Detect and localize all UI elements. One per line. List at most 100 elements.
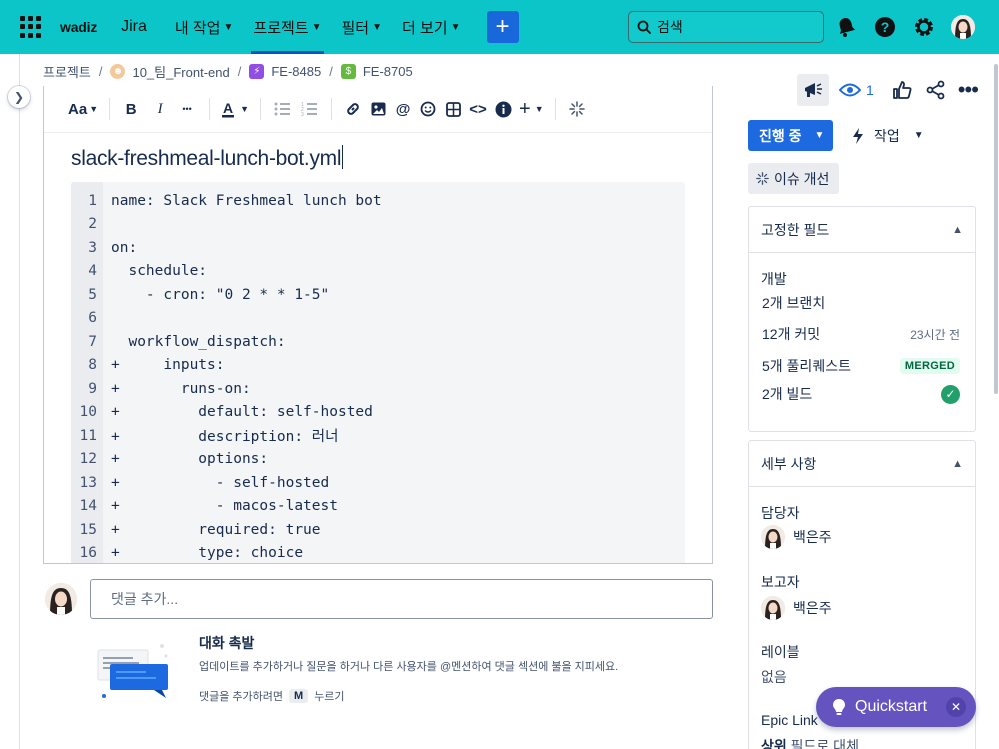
dev-branches[interactable]: 2개 브랜치 bbox=[762, 293, 960, 313]
nav-menu: 내 작업 ▼ 프로젝트 ▼ 필터 ▼ 더 보기 ▼ bbox=[169, 0, 475, 54]
feedback-button[interactable] bbox=[797, 74, 829, 106]
like-button[interactable] bbox=[892, 74, 912, 106]
breadcrumb-project[interactable]: ☻ 10_팀_Front-end bbox=[110, 62, 230, 81]
code-line: 10 + default: self-hosted bbox=[79, 403, 373, 420]
image-button[interactable] bbox=[367, 95, 389, 123]
code-line: 15 + required: true bbox=[79, 521, 321, 538]
quickstart-button[interactable]: Quickstart ✕ bbox=[816, 687, 976, 727]
chevron-down-icon: ▼ bbox=[372, 21, 383, 33]
left-sidebar-rail bbox=[0, 54, 20, 749]
settings-icon[interactable] bbox=[912, 13, 936, 41]
dev-builds[interactable]: 2개 빌드 ✓ bbox=[762, 384, 960, 404]
dev-pull-requests[interactable]: 5개 풀리퀘스트 MERGED bbox=[762, 356, 960, 376]
details-header[interactable]: 세부 사항 ▲ bbox=[749, 441, 975, 487]
status-dropdown[interactable]: 진행 중 ▼ bbox=[748, 120, 833, 151]
description-editor[interactable]: Aa ▼ B I ••• A ▼ 123 @ <> + ▼ slack-fres… bbox=[43, 86, 713, 564]
dev-commits[interactable]: 12개 커밋 23시간 전 bbox=[762, 324, 960, 344]
editor-toolbar: Aa ▼ B I ••• A ▼ 123 @ <> + ▼ bbox=[44, 86, 712, 133]
bold-button[interactable]: B bbox=[120, 95, 142, 123]
nav-filters[interactable]: 필터 ▼ bbox=[336, 0, 389, 54]
mention-button[interactable]: @ bbox=[392, 95, 414, 123]
commits-time: 23시간 전 bbox=[910, 327, 960, 342]
workflow-actions-dropdown[interactable]: 작업 ▼ bbox=[851, 120, 924, 151]
nav-my-work[interactable]: 내 작업 ▼ bbox=[169, 0, 239, 54]
sparkle-icon bbox=[756, 172, 769, 185]
search-box[interactable] bbox=[628, 11, 824, 43]
chevron-up-icon: ▲ bbox=[952, 223, 963, 236]
search-icon bbox=[637, 20, 651, 34]
code-block[interactable]: 1 name: Slack Freshmeal lunch bot 2 3 on: … bbox=[71, 182, 685, 563]
pinned-fields-panel: 고정한 필드 ▲ 개발 2개 브랜치 12개 커밋 23시간 전 5개 풀리퀘스… bbox=[748, 206, 976, 432]
numbered-list-icon: 123 bbox=[301, 102, 318, 116]
profile-avatar[interactable] bbox=[951, 15, 975, 39]
eye-icon bbox=[839, 83, 861, 97]
epic-link-value[interactable]: 상위 필드로 대체 bbox=[761, 736, 859, 749]
emoji-button[interactable] bbox=[417, 95, 439, 123]
current-user-avatar bbox=[45, 583, 77, 615]
more-formatting-button[interactable]: ••• bbox=[176, 95, 198, 123]
reporter-field[interactable]: 백은주 bbox=[761, 596, 832, 620]
breadcrumb-epic[interactable]: ⚡ FE-8485 bbox=[249, 64, 321, 79]
more-actions-button[interactable]: ••• bbox=[957, 74, 979, 106]
sidebar-expand-button[interactable]: ❯ bbox=[8, 86, 30, 108]
product-name[interactable]: Jira bbox=[121, 18, 147, 36]
help-icon[interactable]: ? bbox=[873, 13, 897, 41]
more-icon: ••• bbox=[957, 77, 979, 102]
ai-button[interactable] bbox=[566, 95, 588, 123]
table-icon bbox=[445, 101, 461, 117]
megaphone-icon bbox=[805, 83, 822, 97]
app-switcher-icon[interactable] bbox=[20, 16, 42, 38]
labels-value[interactable]: 없음 bbox=[761, 667, 787, 687]
pinned-fields-header[interactable]: 고정한 필드 ▲ bbox=[749, 207, 975, 253]
chevron-down-icon: ▼ bbox=[450, 21, 461, 33]
text-color-icon: A bbox=[222, 100, 235, 118]
shortcut-key: M bbox=[289, 689, 309, 703]
breadcrumb-projects[interactable]: 프로젝트 bbox=[43, 62, 91, 81]
breadcrumb-story[interactable]: $ FE-8705 bbox=[340, 64, 413, 79]
text-caret bbox=[342, 145, 344, 169]
file-title-heading[interactable]: slack-freshmeal-lunch-bot.yml bbox=[71, 145, 344, 171]
table-button[interactable] bbox=[442, 95, 464, 123]
brand-logo[interactable]: wadiz bbox=[60, 19, 97, 35]
chevron-down-icon: ▼ bbox=[311, 21, 322, 33]
tip-title: 대화 촉발 bbox=[199, 635, 255, 651]
page-scrollbar[interactable] bbox=[994, 64, 998, 394]
share-button[interactable] bbox=[926, 74, 946, 106]
code-line: 13 + - self-hosted bbox=[79, 474, 330, 491]
keyboard-hint: 댓글을 추가하려면 M 누르기 bbox=[199, 689, 345, 703]
labels-label: 레이블 bbox=[761, 644, 800, 660]
create-button[interactable]: + bbox=[486, 11, 519, 43]
chevron-up-icon: ▲ bbox=[952, 457, 963, 470]
comment-input[interactable] bbox=[90, 579, 713, 619]
issue-action-bar: 1 ••• bbox=[797, 74, 979, 106]
code-line: 4 schedule: bbox=[88, 262, 208, 279]
svg-text:?: ? bbox=[881, 19, 890, 35]
code-line: 9 + runs-on: bbox=[88, 380, 251, 397]
assignee-label: 담당자 bbox=[761, 505, 800, 521]
nav-projects[interactable]: 프로젝트 ▼ bbox=[247, 0, 327, 54]
code-line: 6 bbox=[88, 309, 97, 326]
italic-button[interactable]: I bbox=[149, 95, 171, 123]
notification-icon[interactable] bbox=[834, 13, 858, 41]
improve-issue-button[interactable]: 이슈 개선 bbox=[748, 163, 840, 194]
search-input[interactable] bbox=[657, 19, 807, 35]
watch-button[interactable]: 1 bbox=[835, 74, 878, 106]
text-style-dropdown[interactable]: Aa ▼ bbox=[68, 95, 98, 123]
assignee-field[interactable]: 백은주 bbox=[761, 525, 832, 549]
insert-more-button[interactable]: + ▼ bbox=[519, 95, 544, 123]
nav-more[interactable]: 더 보기 ▼ bbox=[396, 0, 466, 54]
link-button[interactable] bbox=[342, 95, 364, 123]
code-button[interactable]: <> bbox=[467, 95, 489, 123]
watch-count: 1 bbox=[866, 82, 874, 98]
info-panel-button[interactable] bbox=[492, 95, 514, 123]
quickstart-close-button[interactable]: ✕ bbox=[946, 697, 966, 717]
breadcrumb: 프로젝트 / ☻ 10_팀_Front-end / ⚡ FE-8485 / $ … bbox=[43, 62, 413, 81]
bullet-list-button[interactable] bbox=[271, 95, 293, 123]
code-line: 16 + type: choice bbox=[79, 544, 304, 561]
numbered-list-button[interactable]: 123 bbox=[298, 95, 320, 123]
code-line: 3 on: bbox=[88, 239, 138, 256]
epic-icon: ⚡ bbox=[249, 64, 265, 79]
chevron-down-icon: ▼ bbox=[534, 104, 544, 114]
text-color-button[interactable]: A ▼ bbox=[220, 95, 249, 123]
close-icon: ✕ bbox=[950, 700, 962, 714]
